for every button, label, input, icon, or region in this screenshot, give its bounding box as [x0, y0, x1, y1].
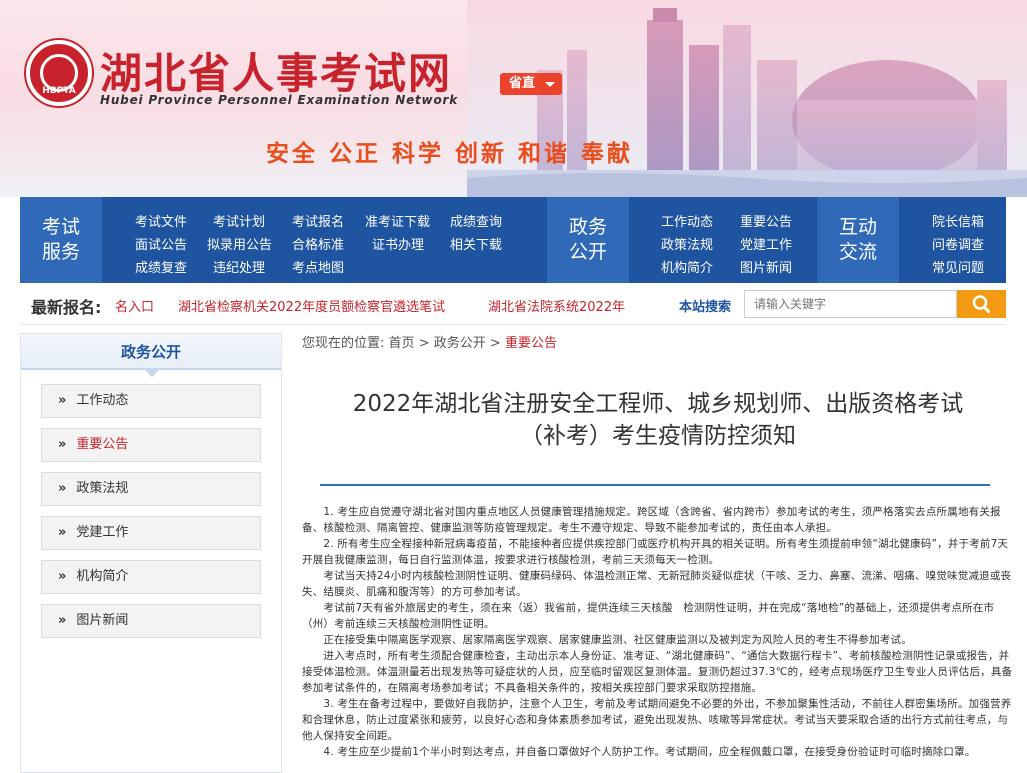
breadcrumb-separator: >: [418, 336, 430, 351]
sidebar-item-label: 工作动态: [76, 393, 129, 408]
article-paragraph: 考试前7天有省外旅居史的考生，须在来（返）我省前，提供连续三天核酸 检测阴性证明…: [302, 602, 995, 630]
breadcrumb-current[interactable]: 重要公告: [505, 336, 557, 351]
double-chevron-right-icon: »: [58, 481, 67, 496]
nav-link-violation[interactable]: 违纪处理: [213, 257, 265, 276]
title-divider: [320, 484, 990, 486]
nav-link-score-query[interactable]: 成绩查询: [450, 211, 502, 230]
double-chevron-right-icon: »: [58, 525, 67, 540]
nav-link-pass-standard[interactable]: 合格标准: [292, 234, 344, 253]
article-paragraph: 进入考点时，所有考生须配合健康检查，主动出示本人身份证、准考证、“湖北健康码”、…: [302, 650, 1013, 694]
article-paragraph: 2. 所有考生应全程接种新冠病毒疫苗，不能接种者应提供疾控部门或医疗机构开具的相…: [302, 538, 1009, 566]
sidebar-item-label: 重要公告: [76, 437, 129, 452]
sidebar: 政务公开 » 工作动态 » 重要公告 » 政策法规 » 党建工作 » 机构简介 » 图片新闻: [20, 333, 282, 773]
nav-link-exam-plan[interactable]: 考试计划: [213, 211, 265, 230]
site-subtitle: Hubei Province Personnel Examination Net…: [100, 93, 458, 107]
breadcrumb-section[interactable]: 政务公开: [434, 336, 486, 351]
nav-link-important-notice[interactable]: 重要公告: [740, 211, 792, 230]
ticker-scroll-area: 名入口 湖北省检察机关2022年度员额检察官遴选笔试 湖北省法院系统2022年: [115, 283, 635, 325]
sidebar-item-party-work[interactable]: » 党建工作: [41, 516, 261, 550]
nav-link-director-mailbox[interactable]: 院长信箱: [932, 211, 984, 230]
nav-group-exam-service: 考试 服务 考试文件 考试计划 考试报名 准考证下载 成绩查询 面试公告 拟录用…: [20, 197, 547, 283]
news-ticker-bar: 最新报名: 名入口 湖北省检察机关2022年度员额检察官遴选笔试 湖北省法院系统…: [20, 283, 1006, 325]
nav-group-heading: 政务 公开: [547, 197, 629, 283]
nav-link-exam-files[interactable]: 考试文件: [135, 211, 187, 230]
nav-link-hiring-notice[interactable]: 拟录用公告: [207, 234, 272, 253]
search-label: 本站搜索: [679, 300, 732, 315]
logo-text: HBPTA: [42, 86, 76, 96]
site-logo[interactable]: HBPTA: [26, 40, 92, 106]
article-paragraph: 考试当天持24小时内核酸检测阴性证明、健康码绿码、体温检测正常、无新冠肺炎疑似症…: [302, 570, 1012, 598]
article-paragraph: 4. 考生应至少提前1个半小时到达考点，并自备口罩做好个人防护工作。考试期间，应…: [302, 746, 976, 758]
site-header: HBPTA 湖北省人事考试网 Hubei Province Personnel …: [0, 0, 1027, 197]
sidebar-title-notch: [145, 370, 159, 377]
article-paragraph: 3. 考生在备考过程中，要做好自我防护，注意个人卫生，考前及考试期间避免不必要的…: [302, 698, 1012, 742]
nav-link-work-news[interactable]: 工作动态: [661, 211, 713, 230]
double-chevron-right-icon: »: [58, 613, 67, 628]
sidebar-item-label: 机构简介: [76, 569, 129, 584]
article-title-line: 2022年湖北省注册安全工程师、城乡规划师、出版资格考试: [352, 391, 964, 417]
article-paragraph: 正在接受集中隔离医学观察、居家隔离医学观察、居家健康监测、社区健康监测以及被判定…: [302, 634, 912, 646]
site-title: 湖北省人事考试网: [100, 49, 453, 98]
sidebar-title: 政务公开: [21, 334, 281, 370]
sidebar-item-label: 政策法规: [76, 481, 129, 496]
main-nav: 考试 服务 考试文件 考试计划 考试报名 准考证下载 成绩查询 面试公告 拟录用…: [20, 197, 1006, 283]
sidebar-item-important-notice[interactable]: » 重要公告: [41, 428, 261, 462]
region-select-label: 省直: [509, 76, 536, 91]
breadcrumb: 您现在的位置: 首页 > 政务公开 > 重要公告: [302, 332, 557, 351]
search-input[interactable]: [744, 290, 957, 318]
nav-group-heading: 考试 服务: [20, 197, 102, 283]
nav-group-gov-affairs: 政务 公开 工作动态 重要公告 政策法规 党建工作 机构简介 图片新闻: [547, 197, 817, 283]
sidebar-item-label: 党建工作: [76, 525, 129, 540]
region-select-button[interactable]: 省直: [500, 73, 562, 95]
sidebar-item-work-news[interactable]: » 工作动态: [41, 384, 261, 418]
nav-link-policy[interactable]: 政策法规: [661, 234, 713, 253]
ticker-item[interactable]: 湖北省法院系统2022年: [488, 296, 625, 315]
search-icon: [972, 295, 990, 313]
sidebar-item-about[interactable]: » 机构简介: [41, 560, 261, 594]
slogan: 安全 公正 科学 创新 和谐 奉献: [266, 141, 634, 167]
search-button[interactable]: [957, 290, 1006, 318]
nav-link-interview-notice[interactable]: 面试公告: [135, 234, 187, 253]
article-body: 1. 考生应自觉遵守湖北省对国内重点地区人员健康管理措施规定。跨区域（含跨省、省…: [302, 504, 1018, 760]
article-title: 2022年湖北省注册安全工程师、城乡规划师、出版资格考试 （补考）考生疫情防控须…: [302, 388, 1014, 452]
nav-link-faq[interactable]: 常见问题: [932, 257, 984, 276]
nav-link-downloads[interactable]: 相关下载: [450, 234, 502, 253]
double-chevron-right-icon: »: [58, 393, 67, 408]
ticker-item[interactable]: 名入口: [115, 296, 154, 315]
sidebar-item-photo-news[interactable]: » 图片新闻: [41, 604, 261, 638]
double-chevron-right-icon: »: [58, 437, 67, 452]
caret-down-icon: [545, 82, 555, 87]
double-chevron-right-icon: »: [58, 569, 67, 584]
ticker-label: 最新报名:: [31, 298, 102, 317]
nav-link-exam-registration[interactable]: 考试报名: [292, 211, 344, 230]
nav-link-admission-download[interactable]: 准考证下载: [365, 211, 430, 230]
nav-link-certificate[interactable]: 证书办理: [372, 234, 424, 253]
ticker-item[interactable]: 湖北省检察机关2022年度员额检察官遴选笔试: [178, 296, 445, 315]
nav-link-survey[interactable]: 问卷调查: [932, 234, 984, 253]
breadcrumb-home[interactable]: 首页: [389, 336, 415, 351]
nav-link-score-review[interactable]: 成绩复查: [135, 257, 187, 276]
nav-link-exam-map[interactable]: 考点地图: [292, 257, 344, 276]
breadcrumb-separator: >: [489, 336, 501, 351]
article-title-line: （补考）考生疫情防控须知: [520, 423, 796, 449]
sidebar-item-label: 图片新闻: [76, 613, 129, 628]
nav-link-about[interactable]: 机构简介: [661, 257, 713, 276]
article-paragraph: 1. 考生应自觉遵守湖北省对国内重点地区人员健康管理措施规定。跨区域（含跨省、省…: [302, 506, 1001, 534]
nav-link-photo-news[interactable]: 图片新闻: [740, 257, 792, 276]
nav-group-heading: 互动 交流: [817, 197, 899, 283]
breadcrumb-prefix: 您现在的位置:: [302, 336, 385, 351]
sidebar-item-policy[interactable]: » 政策法规: [41, 472, 261, 506]
nav-group-interaction: 互动 交流 院长信箱 问卷调查 常见问题: [817, 197, 1006, 283]
nav-link-party-work[interactable]: 党建工作: [740, 234, 792, 253]
